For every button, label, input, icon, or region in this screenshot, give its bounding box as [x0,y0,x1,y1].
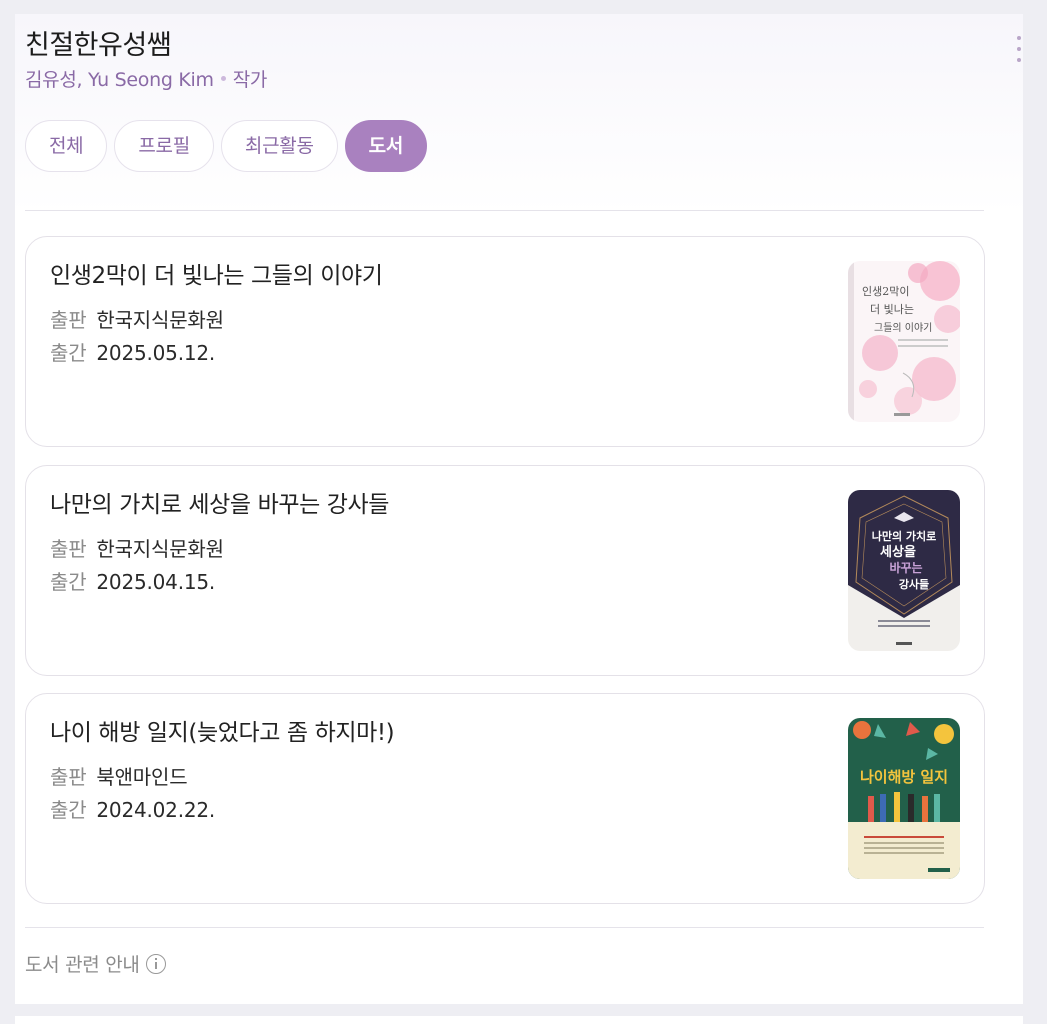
date-value: 2025.05.12. [96,341,216,365]
author-subtitle: 김유성, Yu Seong Kim 작가 [25,68,267,92]
separator-dot [220,76,226,81]
book-info-notice[interactable]: 도서 관련 안내 [25,950,166,977]
tab-books[interactable]: 도서 [344,120,428,172]
publisher-value: 북앤마인드 [96,765,188,789]
publisher-value: 한국지식문화원 [96,308,224,332]
book-title[interactable]: 나이 해방 일지(늦었다고 좀 하지마!) [50,718,395,748]
date-row: 출간 2025.04.15. [50,567,215,597]
book-title[interactable]: 나만의 가치로 세상을 바꾸는 강사들 [50,490,389,520]
cover-text-line: 세상을 [880,544,916,560]
book-title[interactable]: 인생2막이 더 빛나는 그들의 이야기 [50,261,383,291]
publisher-row: 출판 한국지식문화원 [50,534,224,564]
author-role: 작가 [232,69,268,91]
tab-bar: 전체 프로필 최근활동 도서 [25,120,428,172]
book-cover[interactable]: 인생2막이 더 빛나는 그들의 이야기 [848,261,960,422]
publisher-row: 출판 한국지식문화원 [50,305,224,335]
author-full-name[interactable]: 김유성, Yu Seong Kim [25,69,214,91]
date-label: 출간 [50,798,87,822]
author-name: 친절한유성쌤 [25,30,172,61]
publisher-row: 출판 북앤마인드 [50,762,188,792]
cover-text-line: 나만의 가치로 [872,529,937,543]
tabs-divider [25,210,984,211]
publisher-label: 출판 [50,765,87,789]
book-card[interactable]: 나이 해방 일지(늦었다고 좀 하지마!) 출판 북앤마인드 출간 2024.02.… [25,693,985,904]
publisher-value: 한국지식문화원 [96,537,224,561]
publisher-label: 출판 [50,308,87,332]
cover-text-line: 그들의 이야기 [874,322,932,334]
tab-all[interactable]: 전체 [25,120,108,172]
book-cover[interactable]: 나이해방 일지 [848,718,960,879]
date-value: 2024.02.22. [96,798,216,822]
date-label: 출간 [50,570,87,594]
cover-text-line: 바꾸는 [889,560,922,575]
more-options-icon[interactable] [1013,36,1025,62]
date-value: 2025.04.15. [96,570,216,594]
footer-divider [25,927,984,928]
book-info-label[interactable]: 도서 관련 안내 [25,950,140,977]
date-row: 출간 2025.05.12. [50,338,215,368]
cover-text-line: 인생2막이 [862,285,909,298]
profile-header: 친절한유성쌤 김유성, Yu Seong Kim 작가 [25,28,267,92]
cover-title: 나이해방 일지 [860,768,948,786]
date-label: 출간 [50,341,87,365]
tab-profile[interactable]: 프로필 [114,120,214,172]
info-icon[interactable] [145,953,166,974]
next-card-edge [15,1016,1023,1024]
cover-text-line: 강사들 [899,577,929,591]
cover-text-line: 더 빛나는 [870,303,914,316]
book-cover[interactable]: 나만의 가치로 세상을 바꾸는 강사들 [848,490,960,651]
tab-recent-activity[interactable]: 최근활동 [220,120,338,172]
date-row: 출간 2024.02.22. [50,795,215,825]
book-card[interactable]: 나만의 가치로 세상을 바꾸는 강사들 출판 한국지식문화원 출간 2025.04.… [25,465,985,676]
publisher-label: 출판 [50,537,87,561]
book-card[interactable]: 인생2막이 더 빛나는 그들의 이야기 출판 한국지식문화원 출간 2025.05.… [25,236,985,447]
